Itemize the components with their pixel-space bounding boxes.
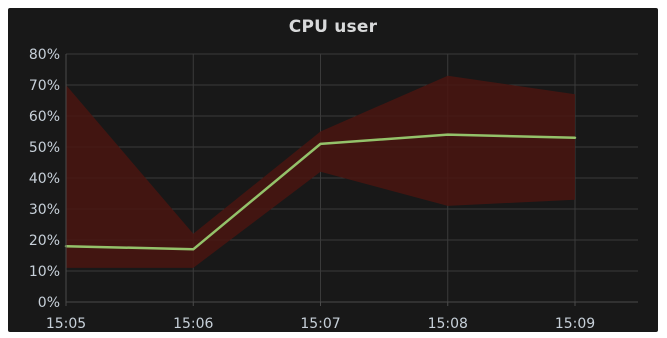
x-tick-label: 15:08 bbox=[428, 316, 468, 332]
x-tick-label: 15:06 bbox=[173, 316, 213, 332]
y-tick-label: 70% bbox=[29, 78, 60, 94]
y-tick-label: 60% bbox=[29, 109, 60, 125]
y-tick-label: 40% bbox=[29, 171, 60, 187]
x-tick-label: 15:07 bbox=[300, 316, 340, 332]
x-tick-label: 15:05 bbox=[46, 316, 86, 332]
x-tick-label: 15:09 bbox=[555, 316, 595, 332]
y-tick-label: 30% bbox=[29, 202, 60, 218]
cpu-user-chart: 0% 10% 20% 30% 40% 50% 60% 70% 80% 15:05 15:06 15:0… bbox=[29, 47, 638, 332]
y-tick-label: 80% bbox=[29, 47, 60, 63]
y-tick-label: 0% bbox=[38, 295, 60, 311]
y-tick-label: 10% bbox=[29, 264, 60, 280]
y-tick-label: 20% bbox=[29, 233, 60, 249]
y-tick-label: 50% bbox=[29, 140, 60, 156]
